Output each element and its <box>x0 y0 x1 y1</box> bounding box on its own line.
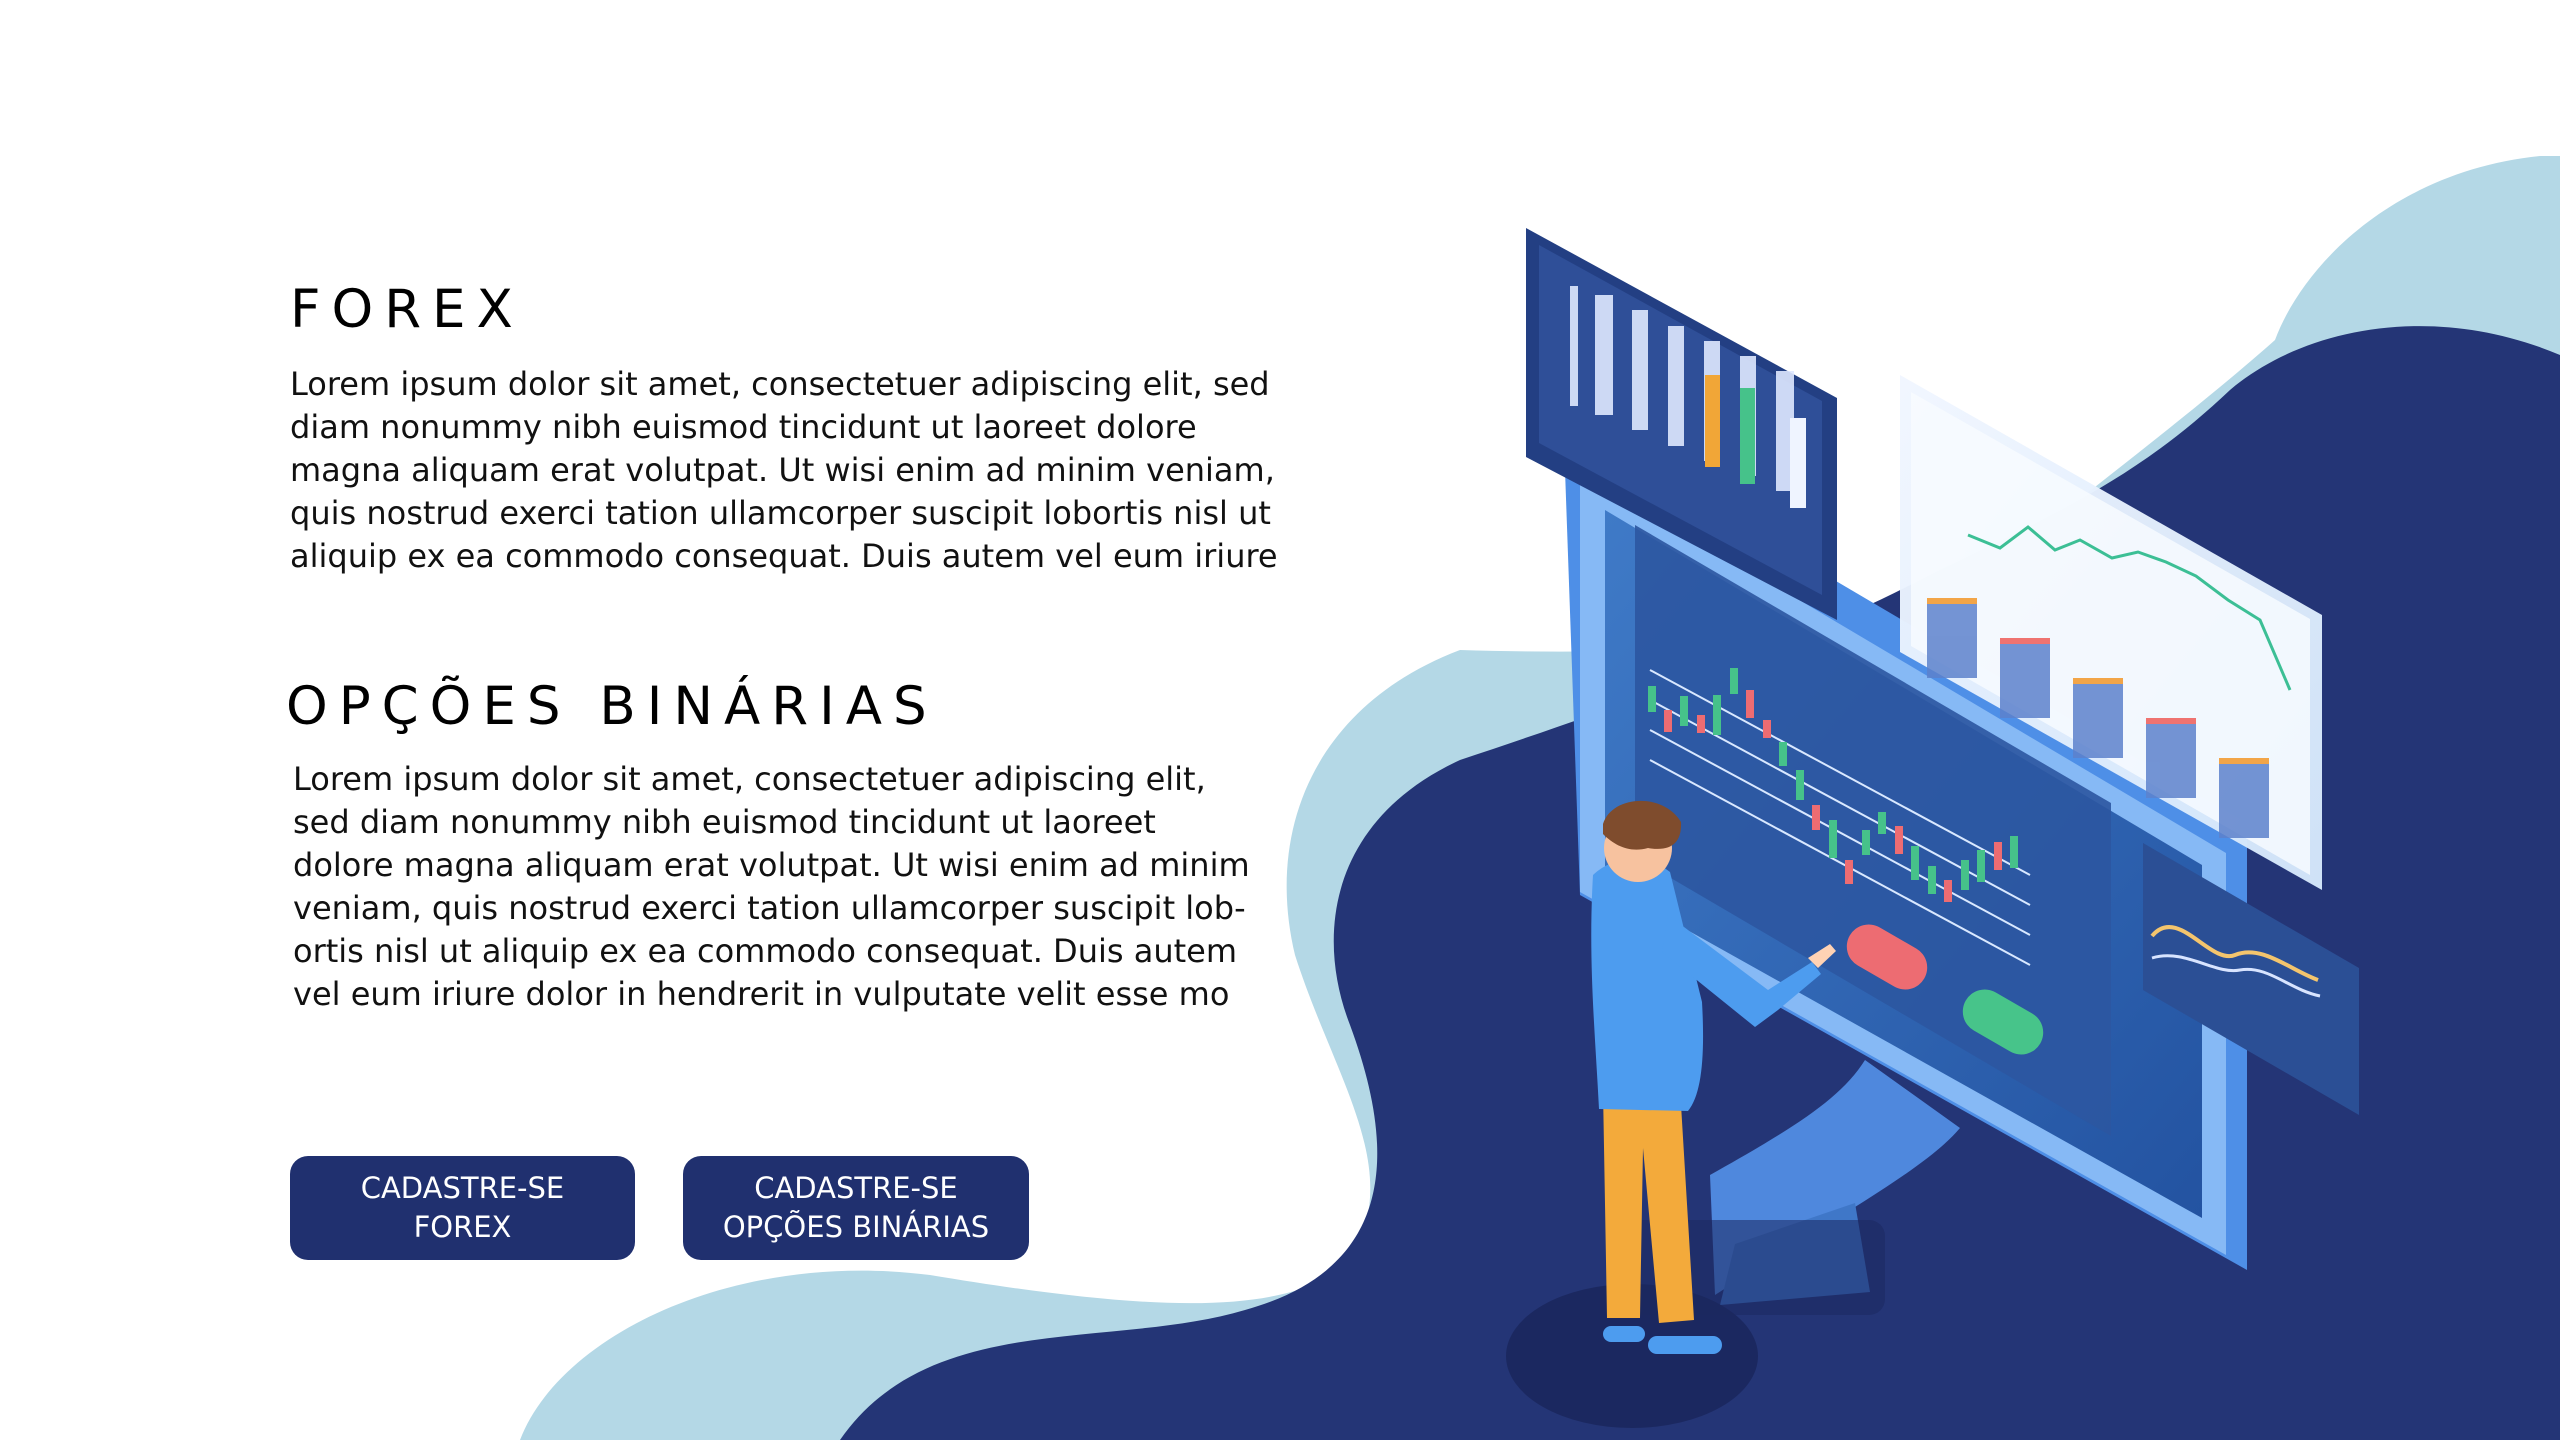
signup-forex-button[interactable]: CADASTRE-SE FOREX <box>290 1156 635 1260</box>
forex-line-1: Lorem ipsum dolor sit amet, consectetuer… <box>290 365 1270 403</box>
forex-line-4: quis nostrud exerci tation ullamcorper s… <box>290 494 1271 532</box>
binary-line-3: dolore magna aliquam erat volutpat. Ut w… <box>293 846 1250 884</box>
forex-line-3: magna aliquam erat volutpat. Ut wisi eni… <box>290 451 1275 489</box>
signup-binary-label-line-1: CADASTRE-SE <box>754 1171 958 1205</box>
forex-line-2: diam nonummy nibh euismod tincidunt ut l… <box>290 408 1197 446</box>
binary-line-4: veniam, quis nostrud exerci tation ullam… <box>293 889 1246 927</box>
binary-options-heading: OPÇÕES BINÁRIAS <box>286 676 938 737</box>
binary-line-2: sed diam nonummy nibh euismod tincidunt … <box>293 803 1156 841</box>
marketing-content: FOREX Lorem ipsum dolor sit amet, consec… <box>0 0 2560 1440</box>
forex-heading: FOREX <box>290 279 524 340</box>
signup-forex-label-line-1: CADASTRE-SE <box>360 1171 565 1205</box>
binary-line-1: Lorem ipsum dolor sit amet, consectetuer… <box>293 760 1206 798</box>
signup-binary-options-button[interactable]: CADASTRE-SE OPÇÕES BINÁRIAS <box>683 1156 1029 1260</box>
binary-options-description: Lorem ipsum dolor sit amet, consectetuer… <box>293 758 1250 1016</box>
binary-line-6: vel eum iriure dolor in hendrerit in vul… <box>293 975 1230 1013</box>
binary-line-5: ortis nisl ut aliquip ex ea commodo cons… <box>293 932 1237 970</box>
forex-line-5: aliquip ex ea commodo consequat. Duis au… <box>290 537 1278 575</box>
signup-forex-label-line-2: FOREX <box>413 1210 512 1244</box>
forex-description: Lorem ipsum dolor sit amet, consectetuer… <box>290 363 1278 578</box>
signup-binary-label-line-2: OPÇÕES BINÁRIAS <box>722 1210 990 1244</box>
